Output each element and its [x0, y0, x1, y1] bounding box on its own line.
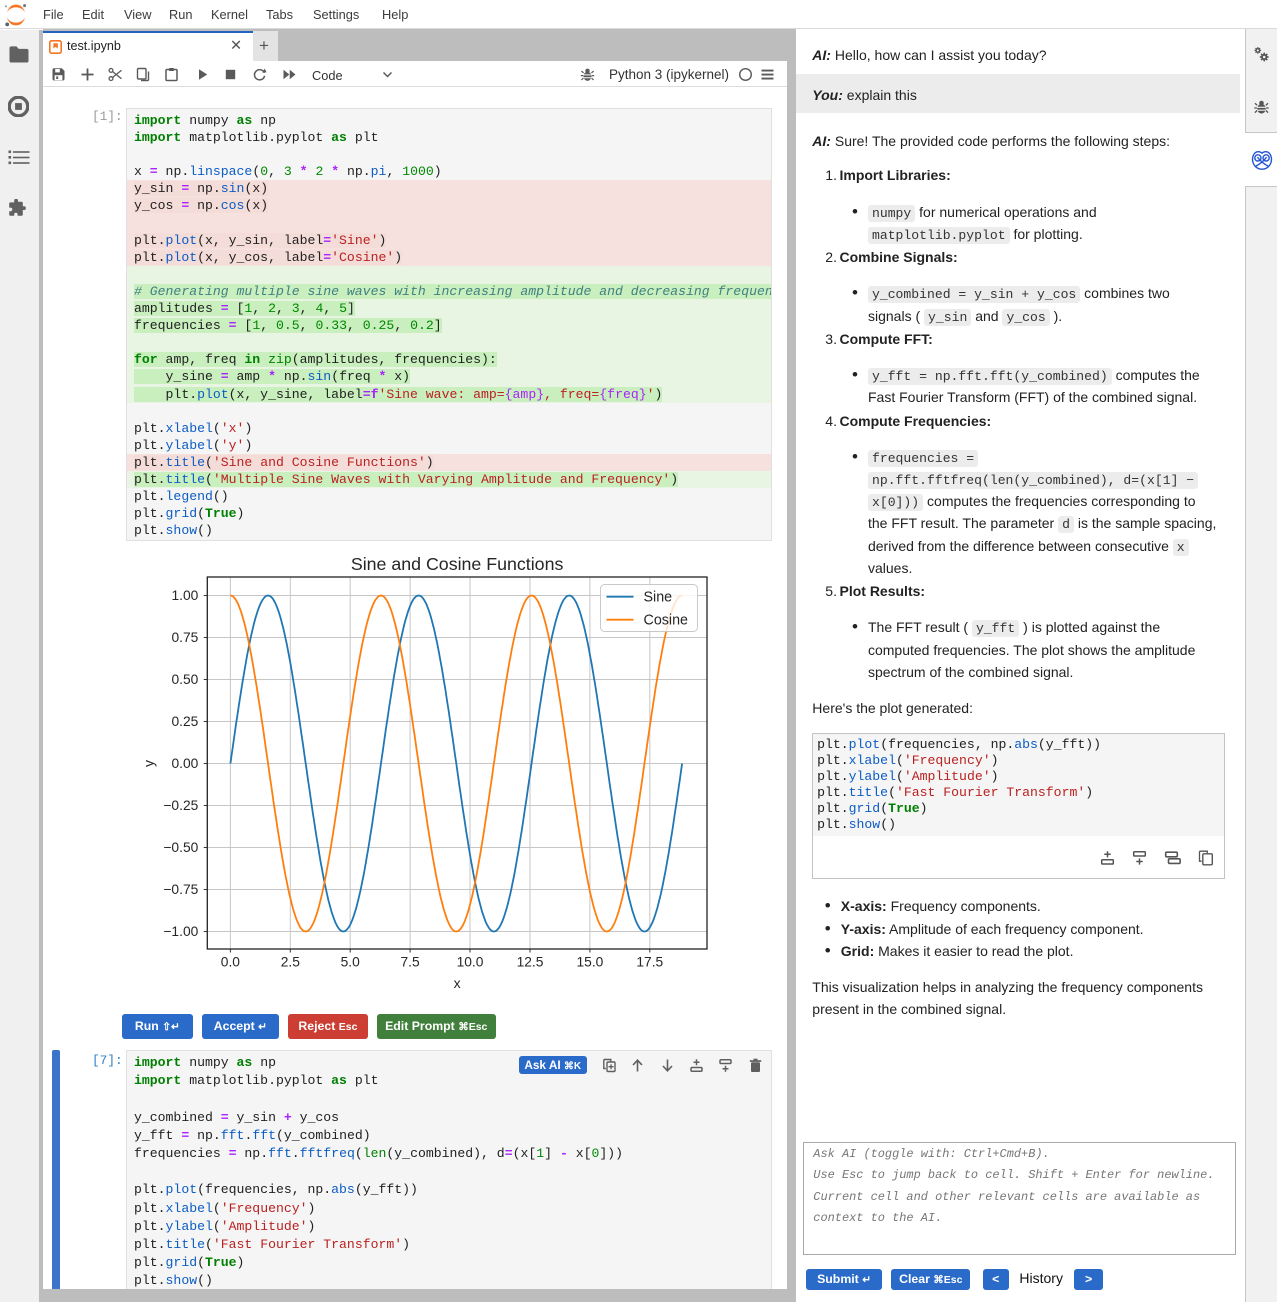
svg-text:12.5: 12.5 — [517, 955, 544, 970]
svg-text:0.25: 0.25 — [171, 714, 198, 729]
svg-text:Sine: Sine — [644, 590, 673, 606]
svg-text:7.5: 7.5 — [401, 955, 421, 970]
svg-text:Cosine: Cosine — [644, 613, 689, 629]
svg-text:0.75: 0.75 — [171, 630, 198, 645]
svg-text:x: x — [454, 975, 461, 991]
svg-text:Sine and Cosine Functions: Sine and Cosine Functions — [351, 554, 564, 574]
svg-text:−0.75: −0.75 — [163, 882, 198, 897]
svg-text:y: y — [140, 760, 156, 767]
svg-text:−0.25: −0.25 — [163, 798, 198, 813]
svg-text:0.00: 0.00 — [171, 756, 198, 771]
svg-text:17.5: 17.5 — [636, 955, 663, 970]
svg-text:2.5: 2.5 — [281, 955, 301, 970]
svg-text:10.0: 10.0 — [457, 955, 484, 970]
svg-text:−1.00: −1.00 — [163, 924, 198, 939]
svg-text:−0.50: −0.50 — [163, 840, 198, 855]
svg-text:5.0: 5.0 — [341, 955, 361, 970]
svg-text:0.0: 0.0 — [221, 955, 241, 970]
svg-text:1.00: 1.00 — [171, 588, 198, 603]
svg-text:15.0: 15.0 — [576, 955, 603, 970]
svg-text:0.50: 0.50 — [171, 672, 198, 687]
